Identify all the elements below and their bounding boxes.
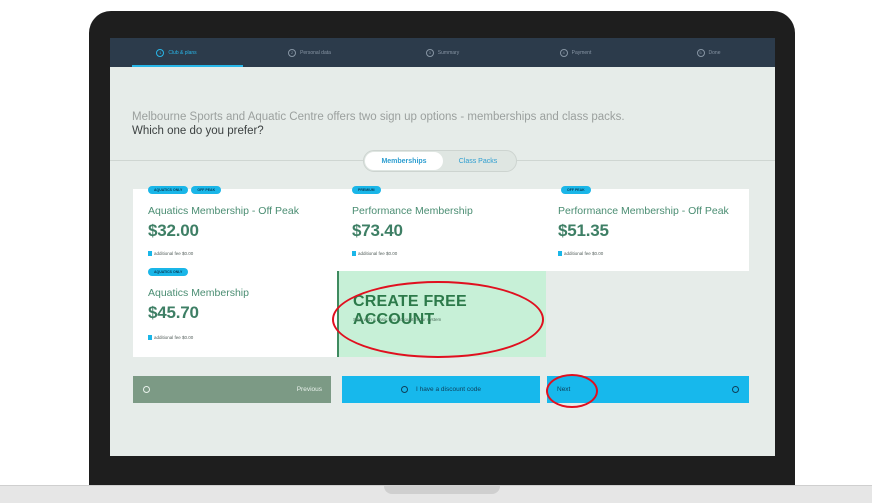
toggle-class-packs[interactable]: Class Packs: [443, 152, 513, 170]
step-club-plans[interactable]: 1 Club & plans: [110, 38, 243, 67]
create-free-account-card[interactable]: CREATE FREE ACCOUNT Start with a basic f…: [337, 271, 546, 357]
next-label: Next: [557, 386, 571, 393]
plus-icon: [400, 386, 408, 393]
membership-name: Performance Membership: [352, 205, 473, 217]
step-label: Club & plans: [168, 49, 197, 56]
membership-name: Aquatics Membership - Off Peak: [148, 205, 299, 217]
badge-aquatics-only: AQUATICS ONLY: [148, 268, 189, 276]
next-button[interactable]: Next: [547, 376, 749, 403]
badge-group: AQUATICS ONLY OFF PEAK: [148, 186, 222, 194]
arrow-right-icon: [732, 386, 739, 393]
step-number-icon: 4: [559, 48, 568, 57]
arrow-left-icon: [143, 386, 150, 393]
intro-text: Melbourne Sports and Aquatic Centre offe…: [132, 110, 652, 138]
membership-card[interactable]: PREMIUM Performance Membership $73.40 ad…: [337, 186, 546, 271]
fee-text: additional fee $0.00: [154, 335, 194, 340]
badge-off-peak: OFF PEAK: [191, 186, 222, 194]
fee-text: additional fee $0.00: [358, 251, 398, 256]
step-payment[interactable]: 4 Payment: [509, 38, 642, 67]
step-done[interactable]: 5 Done: [642, 38, 775, 67]
step-number-icon: 3: [425, 48, 434, 57]
membership-card[interactable]: AQUATICS ONLY OFF PEAK Aquatics Membersh…: [133, 186, 337, 271]
intro-question: Which one do you prefer?: [132, 125, 264, 137]
previous-button[interactable]: Previous: [133, 376, 331, 403]
intro-line-1: Melbourne Sports and Aquatic Centre offe…: [132, 111, 625, 123]
fee-text: additional fee $0.00: [154, 251, 194, 256]
badge-group: OFF PEAK: [561, 186, 591, 194]
membership-price: $45.70: [148, 303, 199, 322]
membership-price: $51.35: [558, 221, 609, 240]
toggle-memberships[interactable]: Memberships: [365, 152, 443, 170]
step-personal-data[interactable]: 2 Personal data: [243, 38, 376, 67]
discount-label: I have a discount code: [415, 386, 482, 393]
laptop-mockup: 1 Club & plans 2 Personal data 3 Summary…: [0, 0, 872, 503]
additional-fee: additional fee $0.00: [148, 251, 193, 256]
badge-premium: PREMIUM: [352, 186, 381, 194]
badge-group: AQUATICS ONLY: [148, 268, 189, 276]
step-label: Done: [708, 49, 721, 56]
step-label: Summary: [437, 49, 460, 56]
step-number-icon: 2: [288, 48, 297, 57]
step-number-icon: 5: [696, 48, 705, 57]
badge-group: PREMIUM: [352, 186, 381, 194]
step-summary[interactable]: 3 Summary: [376, 38, 509, 67]
additional-fee: additional fee $0.00: [148, 335, 193, 340]
badge-off-peak: OFF PEAK: [561, 186, 591, 194]
previous-label: Previous: [296, 386, 322, 393]
document-icon: [148, 251, 152, 256]
membership-price: $73.40: [352, 221, 403, 240]
document-icon: [558, 251, 562, 256]
free-account-title: CREATE FREE ACCOUNT: [353, 293, 467, 328]
step-number-icon: 1: [156, 48, 165, 57]
plan-type-toggle: Memberships Class Packs: [363, 150, 517, 172]
membership-card[interactable]: OFF PEAK Performance Membership - Off Pe…: [546, 186, 749, 271]
signup-screen: 1 Club & plans 2 Personal data 3 Summary…: [110, 38, 775, 456]
free-account-subtitle: Start with a basic free account in our s…: [353, 317, 442, 322]
discount-code-button[interactable]: I have a discount code: [342, 376, 540, 403]
document-icon: [148, 335, 152, 340]
membership-name: Aquatics Membership: [148, 287, 249, 299]
membership-price: $32.00: [148, 221, 199, 240]
fee-text: additional fee $0.00: [564, 251, 604, 256]
additional-fee: additional fee $0.00: [558, 251, 603, 256]
laptop-notch: [384, 485, 500, 494]
membership-card[interactable]: AQUATICS ONLY Aquatics Membership $45.70…: [133, 268, 337, 357]
document-icon: [352, 251, 356, 256]
step-label: Payment: [571, 49, 592, 56]
progress-steps: 1 Club & plans 2 Personal data 3 Summary…: [110, 38, 775, 67]
membership-name: Performance Membership - Off Peak: [558, 205, 729, 217]
badge-aquatics-only: AQUATICS ONLY: [148, 186, 189, 194]
additional-fee: additional fee $0.00: [352, 251, 397, 256]
step-label: Personal data: [300, 49, 331, 56]
